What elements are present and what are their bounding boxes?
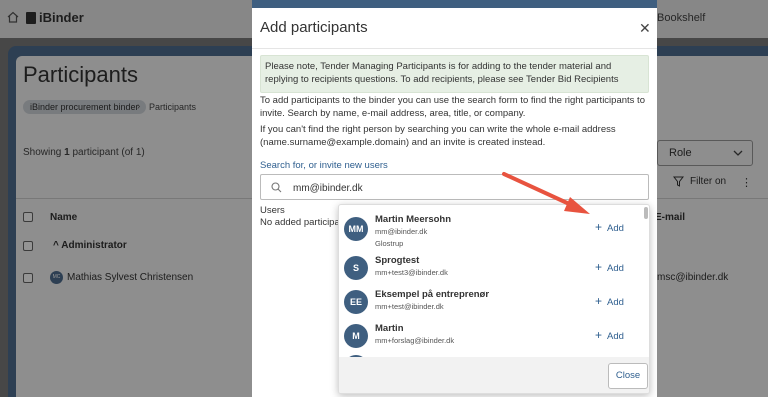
result-item[interactable]: M Martin mm+forslag@ibinder.dk + Add [339,319,643,353]
close-icon[interactable]: ✕ [639,20,651,37]
add-button[interactable]: + Add [595,328,624,342]
result-email: mm+test@ibinder.dk [375,302,444,311]
result-email: mm@ibinder.dk [375,227,428,236]
result-item[interactable]: S Sprogtest mm+test3@ibinder.dk + Add [339,251,643,285]
search-label[interactable]: Search for, or invite new users [260,160,388,171]
users-label: Users [260,205,285,216]
add-button[interactable]: + Add [595,260,624,274]
dialog-title: Add participants [260,19,368,36]
result-email: mm+forslag@ibinder.dk [375,336,455,345]
search-field[interactable] [260,174,649,200]
result-name: Martin [375,323,404,334]
add-button[interactable]: + Add [595,220,624,234]
add-button[interactable]: + Add [595,294,624,308]
plus-icon: + [595,294,603,308]
plus-icon: + [595,328,603,342]
modal-header-strip [252,0,657,8]
plus-icon: + [595,220,603,234]
result-location: Glostrup [375,239,404,248]
instructions-search: To add participants to the binder you ca… [260,95,645,119]
notice-box: Please note, Tender Managing Participant… [260,55,649,93]
search-input[interactable] [293,180,633,196]
result-item[interactable]: EE Eksempel på entreprenør mm+test@ibind… [339,285,643,319]
result-name: Martin Meersohn [375,214,452,225]
result-item[interactable]: MM Martin Meersohn mm@ibinder.dk Glostru… [339,209,643,253]
avatar: EE [344,290,368,314]
close-button[interactable]: Close [608,363,648,389]
result-email: mm+test3@ibinder.dk [375,268,448,277]
plus-icon: + [595,260,603,274]
scrollbar[interactable] [644,207,648,219]
avatar: M [344,324,368,348]
instructions-invite: If you can't find the right person by se… [260,124,616,148]
avatar: MM [344,217,368,241]
result-name: Sprogtest [375,255,420,266]
result-name: Eksempel på entreprenør [375,289,490,300]
search-icon [271,182,282,193]
divider [252,48,657,49]
search-results-dropdown: MM Martin Meersohn mm@ibinder.dk Glostru… [338,204,650,394]
avatar: S [344,256,368,280]
dropdown-footer [339,357,649,393]
